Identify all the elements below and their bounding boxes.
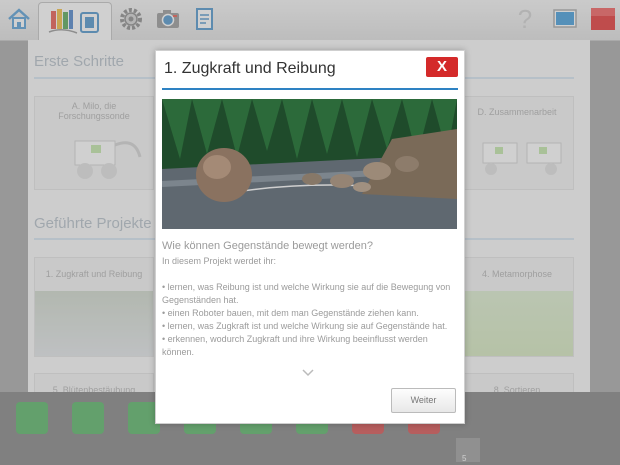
project-dialog: 1. Zugkraft und Reibung X Wie können Geg… bbox=[155, 50, 465, 424]
dialog-question: Wie können Gegenstände bewegt werden? bbox=[162, 240, 373, 252]
scroll-down-icon[interactable] bbox=[302, 369, 314, 380]
dialog-title: 1. Zugkraft und Reibung bbox=[164, 60, 336, 77]
dialog-bullet: • lernen, was Reibung ist und welche Wir… bbox=[162, 282, 451, 305]
close-icon: X bbox=[436, 58, 447, 75]
next-button[interactable]: Weiter bbox=[391, 388, 456, 413]
dialog-intro: In diesem Projekt werdet ihr: bbox=[162, 256, 277, 266]
dialog-bullet: • lernen, was Zugkraft ist und welche Wi… bbox=[162, 321, 448, 331]
dialog-bullet: • erkennen, wodurch Zugkraft und ihre Wi… bbox=[162, 334, 428, 357]
title-divider bbox=[162, 88, 458, 90]
dialog-bullet: • einen Roboter bauen, mit dem man Gegen… bbox=[162, 308, 419, 318]
close-button[interactable]: X bbox=[426, 57, 458, 77]
project-photo bbox=[162, 99, 457, 229]
dialog-description: In diesem Projekt werdet ihr: • lernen, … bbox=[162, 255, 452, 367]
